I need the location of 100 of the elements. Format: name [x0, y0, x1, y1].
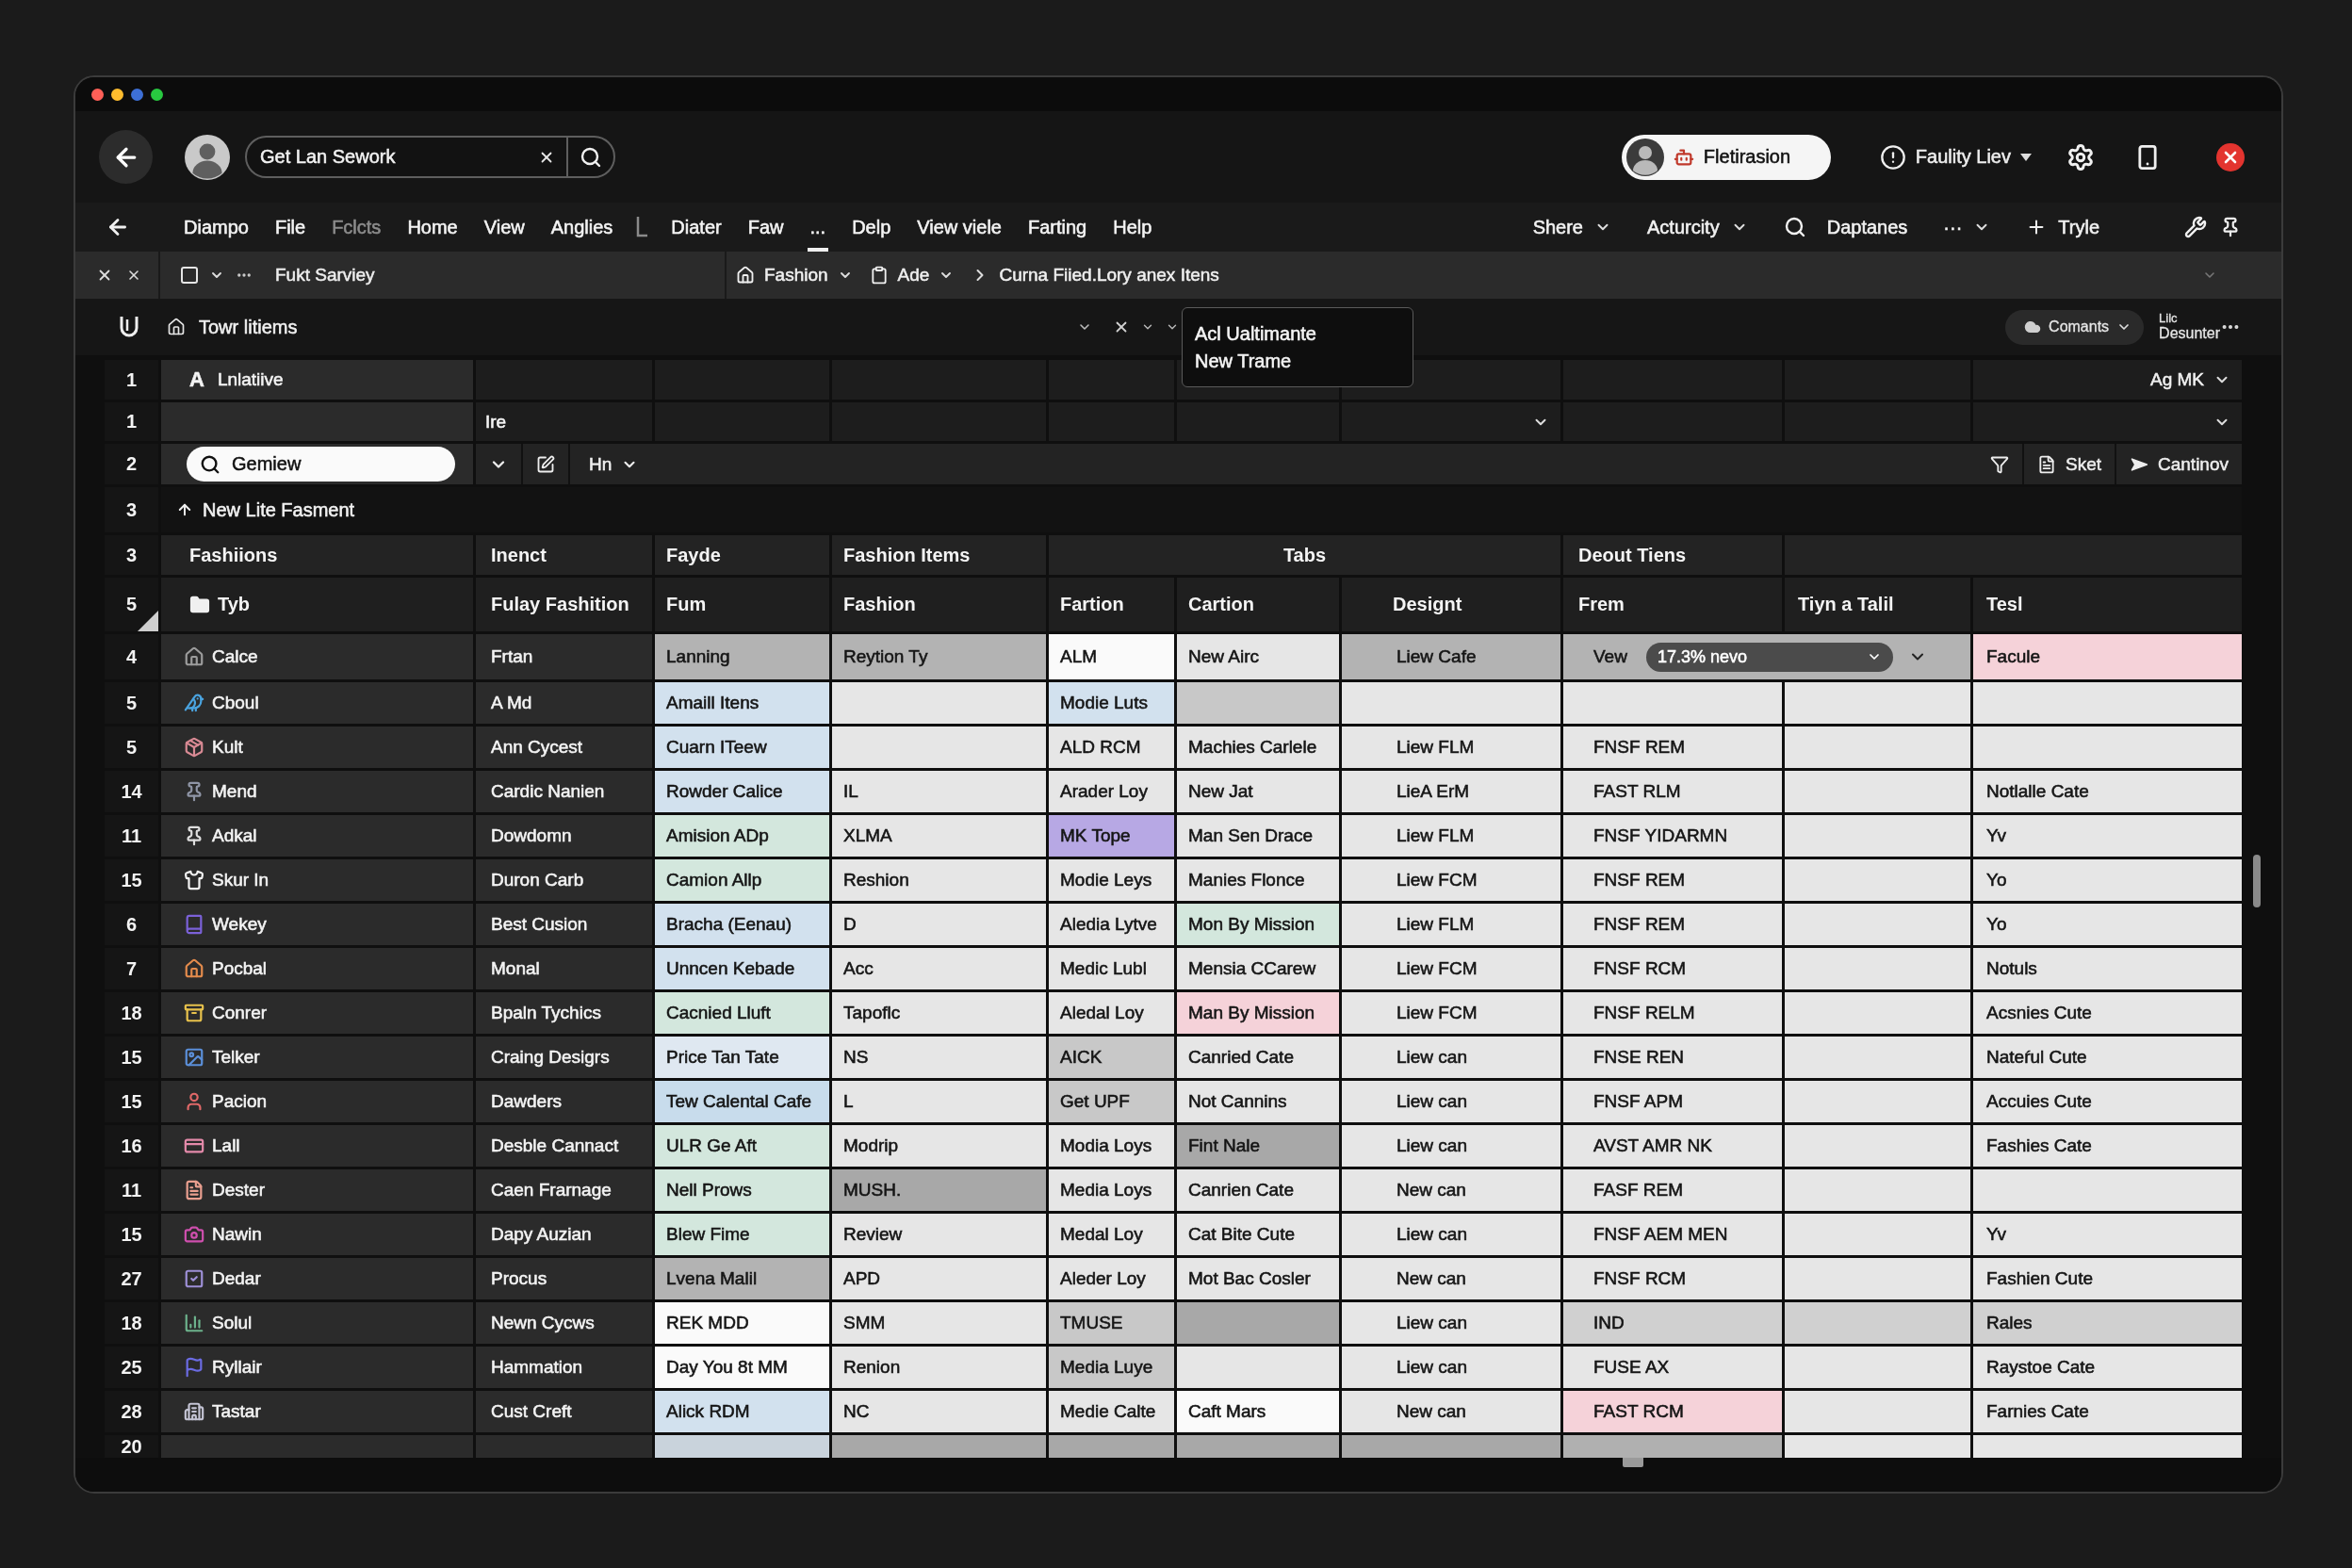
comments-button[interactable]: Comants: [2005, 309, 2145, 345]
row-number: 2: [105, 444, 158, 484]
column-header: Designt: [1342, 578, 1560, 631]
checkbox[interactable]: [181, 267, 198, 284]
table-cell: Liew can: [1342, 1302, 1560, 1344]
table-cell: Media Luye: [1049, 1347, 1174, 1388]
action-button[interactable]: Cantinov: [2115, 444, 2242, 484]
table-cell: Camion Allp: [655, 859, 829, 901]
pin-icon[interactable]: [2220, 217, 2241, 237]
column-header: Tabs: [1049, 535, 1560, 575]
status-menu[interactable]: Faulity Liev: [1879, 143, 2032, 171]
cell-text: Cboul: [212, 693, 259, 713]
settings-icon[interactable]: [2066, 142, 2095, 172]
table-cell: Bpaln Tychics: [476, 992, 652, 1034]
table-cell: Liew FLM: [1342, 904, 1560, 945]
table-cell: Liew can: [1342, 1214, 1560, 1255]
corner-triangle-icon[interactable]: [138, 611, 158, 631]
table-cell: Raystoe Cate: [1973, 1347, 2242, 1388]
table-cell: Fashies Cate: [1973, 1125, 2242, 1167]
close-icon[interactable]: [126, 268, 141, 283]
row-number: 3: [105, 487, 158, 532]
menu-item[interactable]: Daptanes: [1783, 216, 1908, 238]
row-number: 3: [105, 535, 158, 575]
dropdown-button[interactable]: Ag MK: [2149, 369, 2230, 390]
table-cell: Modia Loys: [1049, 1125, 1174, 1167]
format-dropdown[interactable]: Hn: [589, 444, 639, 484]
table-cell: FNSF APM: [1563, 1081, 1782, 1122]
menu-item[interactable]: Diater: [668, 203, 725, 252]
table-cell: Farnies Cate: [1973, 1391, 2242, 1432]
wrench-icon[interactable]: [2184, 216, 2207, 238]
search-icon: [200, 453, 220, 475]
menu-item[interactable]: Shere: [1532, 216, 1611, 238]
menu-item[interactable]: View: [481, 203, 528, 252]
table-cell: Liew Cafe: [1342, 634, 1560, 679]
breadcrumb-item[interactable]: Fashion: [736, 265, 853, 286]
menu-item[interactable]: Faw: [744, 203, 787, 252]
scrollbar-thumb[interactable]: [1623, 1458, 1643, 1467]
breadcrumb-item[interactable]: Ade: [869, 265, 955, 286]
window-dot-icon[interactable]: [91, 88, 104, 101]
table-cell: FAST RCM: [1563, 1391, 1782, 1432]
cell-text: Dedar: [212, 1268, 261, 1289]
table-cell: Not Cannins: [1177, 1081, 1339, 1122]
table-cell: Acc: [832, 948, 1046, 989]
menu-item[interactable]: Anglies: [547, 203, 616, 252]
table-cell: Get UPF: [1049, 1081, 1174, 1122]
menu-option[interactable]: New Trame: [1195, 350, 1292, 372]
table-cell: Medal Loy: [1049, 1214, 1174, 1255]
window-dot-icon[interactable]: [111, 88, 123, 101]
search-field[interactable]: Get Lan Sework: [245, 136, 615, 178]
table-cell: Liew can: [1342, 1081, 1560, 1122]
column-header: Fayde: [655, 535, 829, 575]
menu-item[interactable]: Delp: [849, 203, 894, 252]
table-cell: Liew FCM: [1342, 992, 1560, 1034]
menu-item[interactable]: Tryle: [2026, 216, 2099, 238]
table-cell: FNSF RELM: [1563, 992, 1782, 1034]
account-chip[interactable]: Fletirasion: [1621, 134, 1831, 180]
scrollbar-thumb[interactable]: [2253, 855, 2261, 907]
table-cell: Amaill Itens: [655, 682, 829, 724]
search-field[interactable]: Gemiew: [187, 447, 455, 482]
action-button[interactable]: Sket: [2023, 444, 2115, 484]
table-cell: Tew Calental Cafe: [655, 1081, 829, 1122]
table-cell: Rowder Calice: [655, 771, 829, 812]
breadcrumb-item[interactable]: Curna Fiied.Lory anex Itens: [971, 265, 1219, 286]
table-cell: Cardic Nanien: [476, 771, 652, 812]
menu-item[interactable]: View viele: [914, 203, 1004, 252]
menu-item[interactable]: Diampo: [181, 203, 252, 252]
menu-item[interactable]: File: [271, 203, 309, 252]
menu-item[interactable]: Acturcity: [1647, 216, 1748, 238]
cell-text: Vew: [1593, 646, 1627, 667]
table-cell: Liew can: [1342, 1347, 1560, 1388]
u-shape-icon[interactable]: [118, 315, 140, 339]
table-cell: Mon By Mission: [1177, 904, 1339, 945]
table-cell: FNSF REM: [1563, 727, 1782, 768]
menu-option[interactable]: Acl Ualtimante: [1195, 322, 1316, 345]
row-number: 4: [105, 634, 158, 679]
close-icon[interactable]: [2216, 142, 2245, 172]
table-cell: Newn Cycws: [476, 1302, 652, 1344]
cell-text: Lnlatiive: [217, 369, 284, 390]
window-dot-icon[interactable]: [131, 88, 143, 101]
search-icon[interactable]: [580, 145, 602, 169]
note-text: Lilc: [2159, 312, 2179, 326]
table-cell: Canried Cate: [1177, 1037, 1339, 1078]
menu-item[interactable]: ···: [1943, 216, 1991, 238]
table-cell: Caen Frarnage: [476, 1169, 652, 1211]
row-number: 11: [105, 815, 158, 857]
table-cell: FUSE AX: [1563, 1347, 1782, 1388]
menu-item[interactable]: Help: [1110, 203, 1155, 252]
menu-item[interactable]: Home: [404, 203, 461, 252]
table-cell: Cuarn ITeew: [655, 727, 829, 768]
menu-item[interactable]: Farting: [1025, 203, 1090, 252]
table-cell: FNSF REM: [1563, 904, 1782, 945]
select-field[interactable]: 17.3% nevo: [1645, 642, 1893, 672]
home-icon[interactable]: [167, 318, 186, 336]
table-cell: Monal: [476, 948, 652, 989]
window-dot-icon[interactable]: [151, 88, 163, 101]
table-cell: Medic Lubl: [1049, 948, 1174, 989]
table-cell: Lanning: [655, 634, 829, 679]
row-number: 5: [125, 594, 138, 615]
row-number: 25: [105, 1347, 158, 1388]
table-cell: Lvena Malil: [655, 1258, 829, 1299]
